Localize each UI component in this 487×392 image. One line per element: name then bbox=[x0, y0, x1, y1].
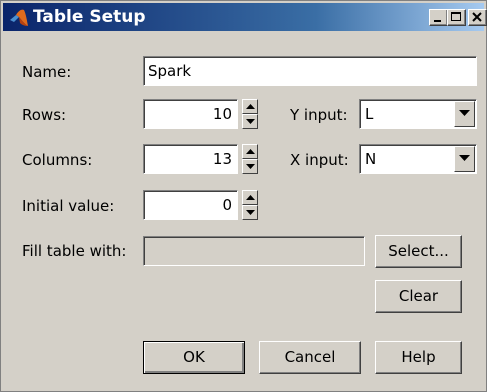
columns-label: Columns: bbox=[22, 151, 93, 169]
arrow-up-icon bbox=[246, 195, 255, 200]
fill-table-label: Fill table with: bbox=[22, 242, 127, 260]
rows-value: 10 bbox=[212, 105, 232, 123]
chevron-down-icon bbox=[459, 110, 470, 116]
rows-up-button[interactable] bbox=[242, 99, 258, 114]
initial-value-value: 0 bbox=[222, 196, 232, 214]
columns-stepper[interactable] bbox=[242, 144, 258, 174]
name-value: Spark bbox=[148, 62, 192, 80]
arrow-down-icon bbox=[246, 164, 255, 169]
initial-value-up-button[interactable] bbox=[242, 190, 258, 205]
window-title: Table Setup bbox=[33, 7, 146, 27]
rows-down-button[interactable] bbox=[242, 114, 258, 129]
columns-up-button[interactable] bbox=[242, 144, 258, 159]
arrow-up-icon bbox=[246, 104, 255, 109]
initial-value-label: Initial value: bbox=[22, 197, 115, 215]
name-label: Name: bbox=[22, 63, 72, 81]
maximize-button[interactable] bbox=[447, 9, 466, 26]
title-bar[interactable]: Table Setup bbox=[3, 3, 487, 31]
ok-button[interactable]: OK bbox=[143, 341, 245, 374]
initial-value-down-button[interactable] bbox=[242, 205, 258, 220]
cancel-button[interactable]: Cancel bbox=[259, 341, 361, 374]
matlab-logo-icon bbox=[9, 8, 29, 28]
clear-button[interactable]: Clear bbox=[375, 280, 462, 313]
columns-down-button[interactable] bbox=[242, 159, 258, 174]
x-input-dropdown-button[interactable] bbox=[454, 146, 475, 172]
minimize-button[interactable] bbox=[429, 9, 448, 26]
close-icon bbox=[472, 12, 482, 22]
columns-value: 13 bbox=[212, 150, 232, 168]
select-button[interactable]: Select... bbox=[375, 235, 462, 268]
chevron-down-icon bbox=[459, 155, 470, 161]
y-input-dropdown-button[interactable] bbox=[454, 101, 475, 127]
initial-value-stepper[interactable] bbox=[242, 190, 258, 220]
close-button[interactable] bbox=[468, 9, 487, 26]
x-input-label: X input: bbox=[290, 151, 349, 169]
maximize-icon bbox=[451, 12, 461, 21]
help-button[interactable]: Help bbox=[375, 341, 462, 374]
minimize-icon bbox=[434, 20, 441, 22]
initial-value-field[interactable]: 0 bbox=[143, 190, 238, 220]
rows-field[interactable]: 10 bbox=[143, 99, 238, 129]
name-field[interactable]: Spark bbox=[143, 56, 477, 86]
fill-table-field bbox=[143, 236, 365, 266]
x-input-value: N bbox=[365, 150, 377, 168]
rows-stepper[interactable] bbox=[242, 99, 258, 129]
table-setup-dialog: Table Setup Name: Spark Rows: 10 Y input… bbox=[0, 0, 487, 392]
rows-label: Rows: bbox=[22, 106, 67, 124]
y-input-select[interactable]: L bbox=[359, 99, 477, 129]
arrow-down-icon bbox=[246, 119, 255, 124]
y-input-value: L bbox=[365, 105, 374, 123]
arrow-down-icon bbox=[246, 210, 255, 215]
columns-field[interactable]: 13 bbox=[143, 144, 238, 174]
x-input-select[interactable]: N bbox=[359, 144, 477, 174]
y-input-label: Y input: bbox=[290, 106, 348, 124]
arrow-up-icon bbox=[246, 149, 255, 154]
